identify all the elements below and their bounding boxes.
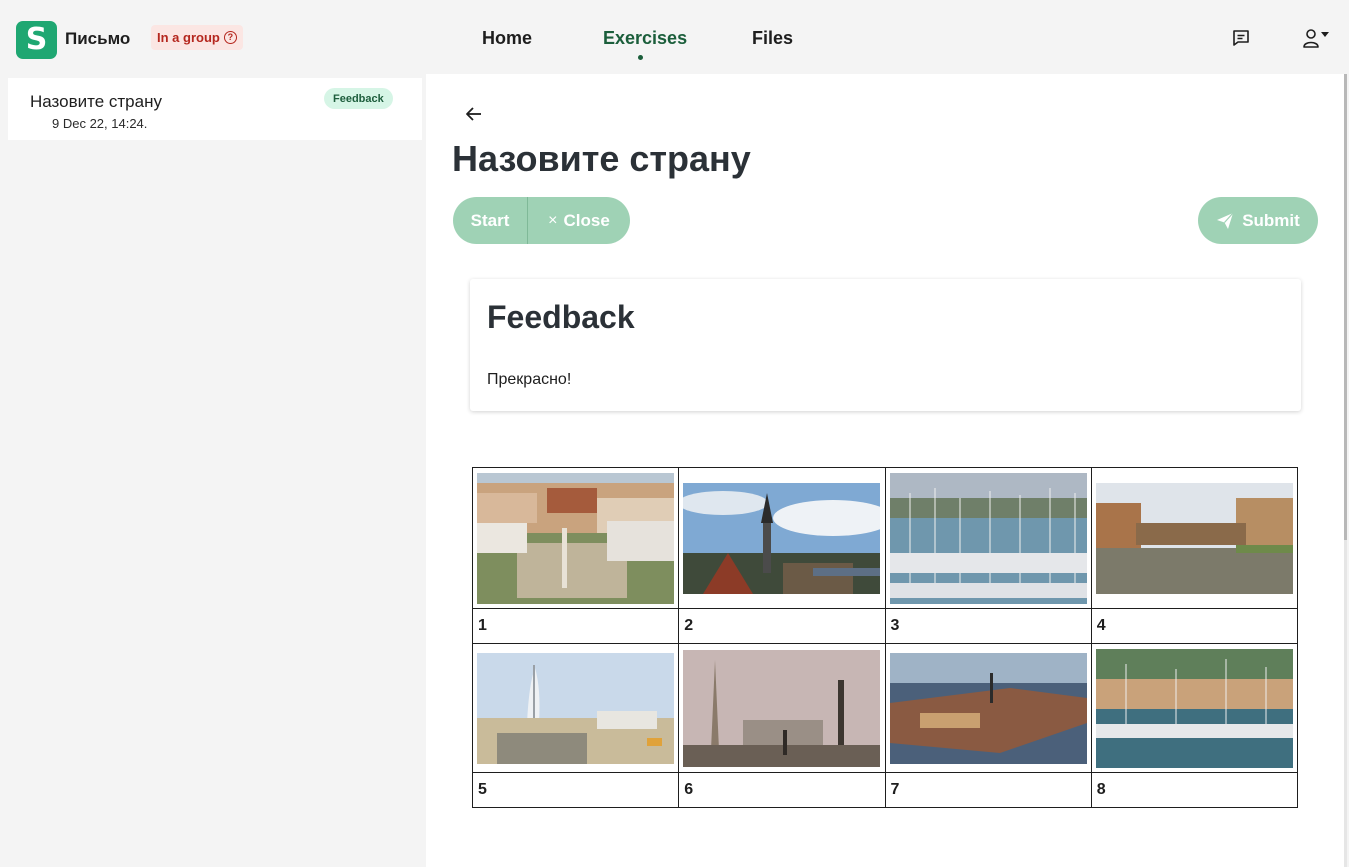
exercise-sidebar: Назовите страну 9 Dec 22, 14:24. Feedbac…: [6, 74, 426, 867]
submit-label: Submit: [1242, 210, 1300, 230]
scrollbar-thumb[interactable]: [1344, 74, 1347, 540]
nav-home[interactable]: Home: [482, 28, 532, 49]
photo-sail-hotel: [477, 652, 675, 764]
close-icon: ×: [548, 211, 558, 229]
photo-number: 8: [1090, 772, 1299, 808]
photo-number: 2: [678, 608, 886, 644]
photo-grid: 1 2 3 4 5 6 7 8: [471, 467, 1299, 808]
nav-exercises[interactable]: Exercises: [603, 28, 687, 49]
photo-city-square: [477, 472, 675, 604]
photo-number: 1: [471, 608, 680, 644]
photo-cell: [884, 467, 1092, 609]
back-arrow-icon[interactable]: [464, 104, 484, 124]
sidebar-item-date: 9 Dec 22, 14:24.: [52, 116, 148, 131]
photo-number: 7: [884, 772, 1092, 808]
group-status-label: In a group: [157, 30, 220, 45]
logo-letter: S: [25, 22, 48, 57]
feedback-text: Прекрасно!: [487, 371, 572, 388]
photo-island-city: [889, 652, 1087, 764]
help-icon[interactable]: ?: [223, 31, 237, 44]
photo-cell: [1090, 467, 1299, 609]
photo-old-town-spire: [683, 482, 881, 594]
sidebar-item-title: Назовите страну: [30, 92, 162, 111]
exercise-panel: Назовите страну Start × Close Submit Fee…: [426, 74, 1345, 867]
top-bar: S Письмо In a group ? Home Exercises Fil…: [6, 6, 1345, 74]
submit-button[interactable]: Submit: [1198, 197, 1318, 244]
feedback-heading: Feedback: [487, 299, 635, 335]
photo-cell: [471, 467, 680, 609]
close-label: Close: [563, 210, 610, 230]
photo-number: 5: [471, 772, 680, 808]
app-logo[interactable]: S: [16, 21, 57, 59]
photo-number: 3: [884, 608, 1092, 644]
page-title: Назовите страну: [452, 138, 751, 179]
photo-marina: [889, 472, 1087, 604]
active-nav-indicator: [638, 55, 643, 60]
message-icon[interactable]: [1231, 28, 1251, 48]
app-name[interactable]: Письмо: [65, 29, 130, 49]
photo-cell: [884, 643, 1092, 773]
page: S Письмо In a group ? Home Exercises Fil…: [0, 0, 1349, 867]
photo-cell: [471, 643, 680, 773]
send-icon: [1217, 212, 1234, 229]
nav-files[interactable]: Files: [752, 28, 793, 49]
feedback-badge: Feedback: [324, 88, 393, 109]
feedback-card: Feedback Прекрасно!: [470, 279, 1301, 411]
close-button[interactable]: × Close: [528, 197, 630, 244]
user-menu-icon[interactable]: [1302, 27, 1332, 51]
photo-cell: [1090, 643, 1299, 773]
photo-cell: [678, 643, 886, 773]
photo-number: 4: [1090, 608, 1299, 644]
start-close-button-group: Start × Close: [453, 197, 630, 244]
photo-harbour-boats: [1095, 648, 1293, 768]
photo-obelisk-square: [683, 649, 881, 767]
photo-cell: [678, 467, 886, 609]
group-status-badge[interactable]: In a group ?: [151, 25, 243, 50]
photo-river-bridge: [1095, 482, 1293, 594]
start-button[interactable]: Start: [453, 197, 528, 244]
sidebar-item-exercise[interactable]: Назовите страну 9 Dec 22, 14:24. Feedbac…: [8, 78, 422, 140]
photo-number: 6: [678, 772, 886, 808]
